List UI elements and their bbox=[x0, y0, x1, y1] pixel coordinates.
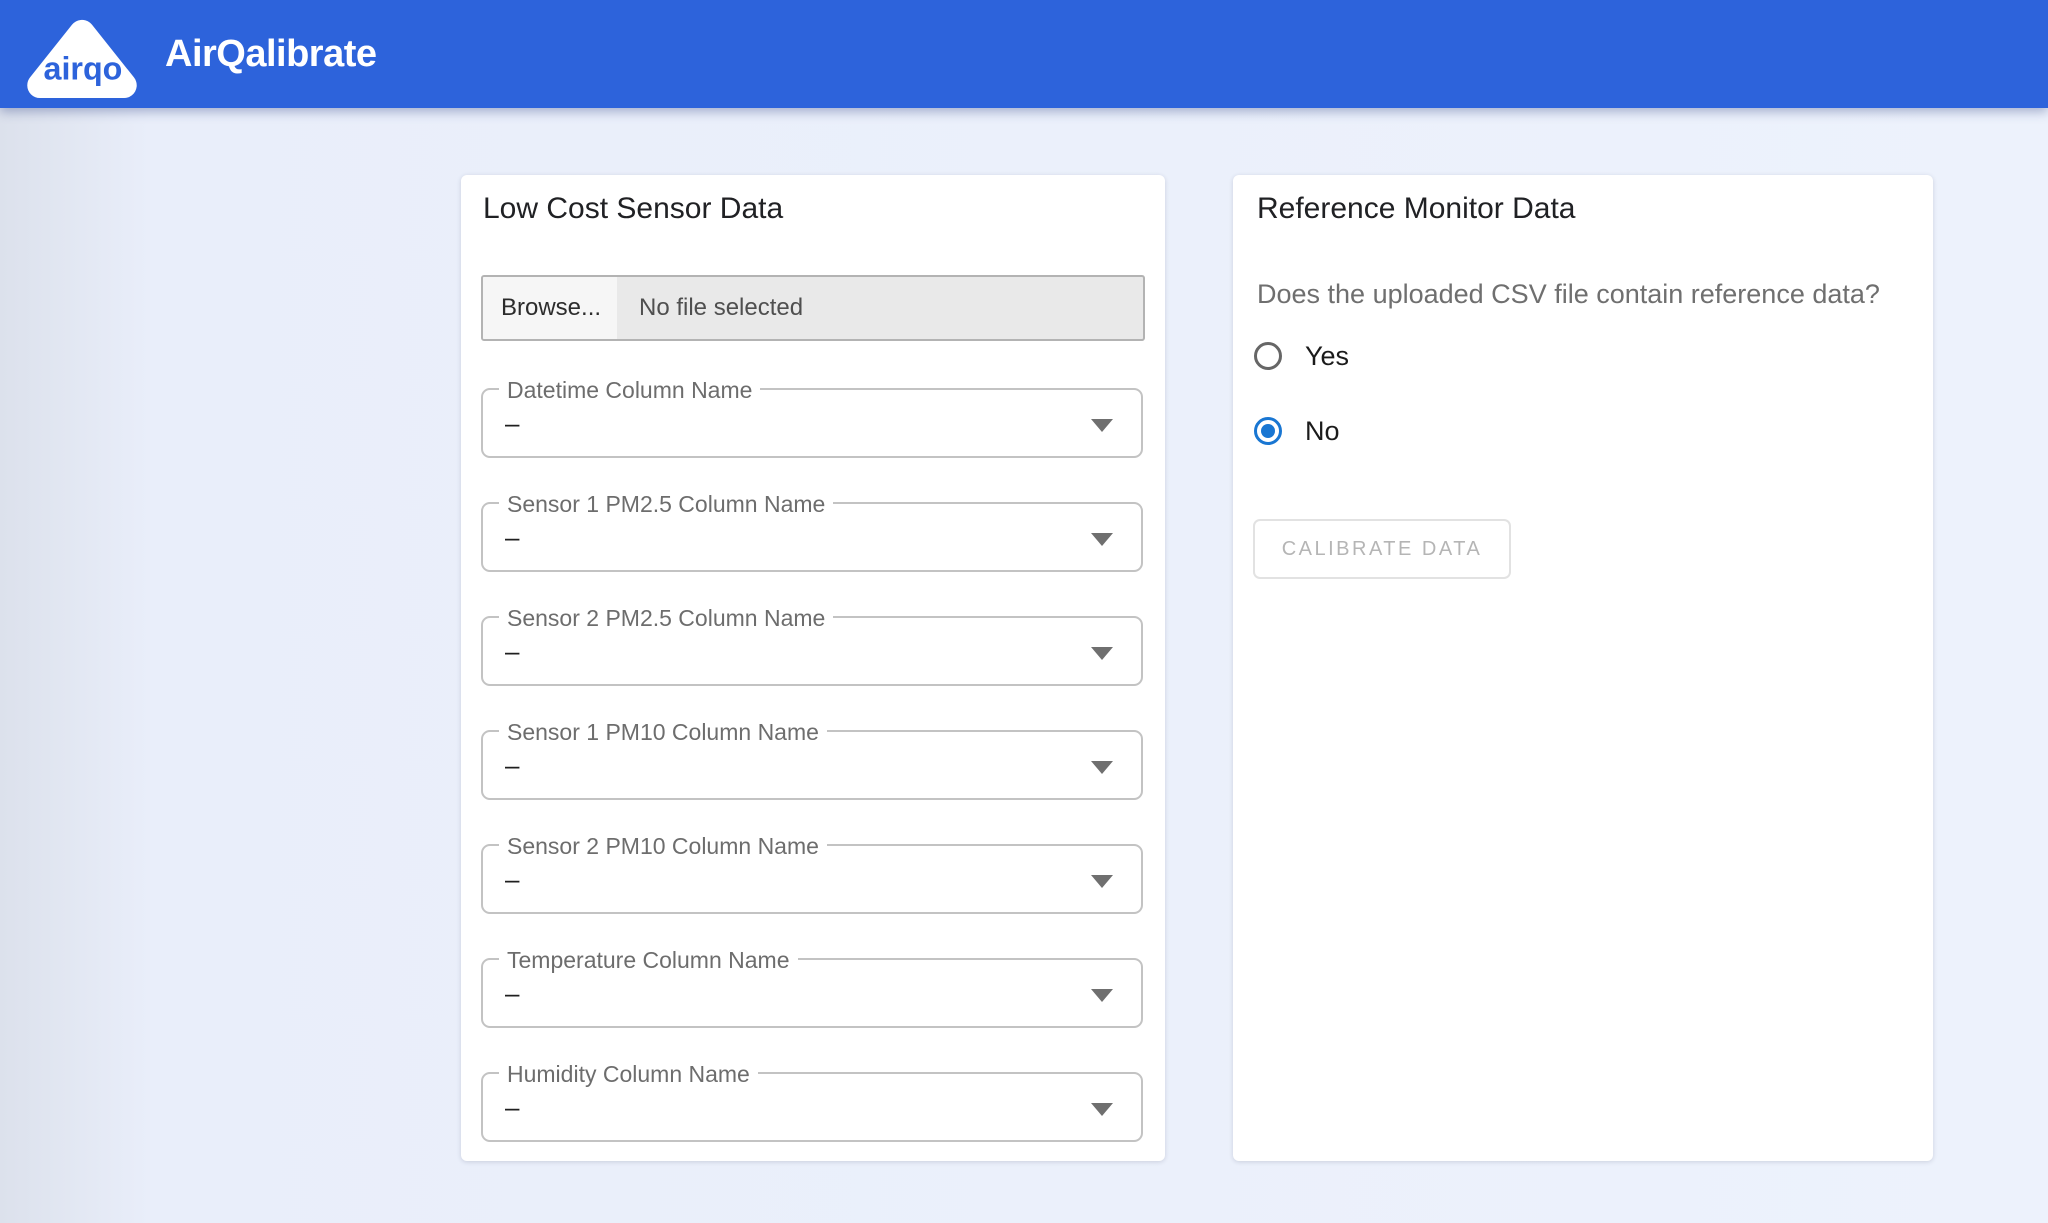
select-sensor1-pm10-column[interactable]: Sensor 1 PM10 Column Name – bbox=[481, 730, 1143, 800]
radio-label: Yes bbox=[1305, 341, 1349, 372]
select-value: – bbox=[505, 618, 519, 684]
airqo-logo-text: airqo bbox=[44, 50, 123, 86]
dropdown-arrow-icon bbox=[1091, 647, 1113, 660]
select-sensor1-pm25-column[interactable]: Sensor 1 PM2.5 Column Name – bbox=[481, 502, 1143, 572]
reference-data-question: Does the uploaded CSV file contain refer… bbox=[1257, 279, 1880, 310]
radio-button-icon[interactable] bbox=[1254, 342, 1282, 370]
airqo-logo-icon: airqo bbox=[23, 14, 141, 100]
select-sensor2-pm25-column[interactable]: Sensor 2 PM2.5 Column Name – bbox=[481, 616, 1143, 686]
csv-file-input[interactable]: Browse... No file selected bbox=[481, 275, 1145, 341]
low-cost-sensor-card: Low Cost Sensor Data Browse... No file s… bbox=[461, 175, 1165, 1161]
reference-card-title: Reference Monitor Data bbox=[1257, 189, 1576, 229]
low-cost-card-title: Low Cost Sensor Data bbox=[483, 189, 783, 229]
radio-option-no[interactable]: No bbox=[1254, 411, 1340, 451]
radio-option-yes[interactable]: Yes bbox=[1254, 336, 1349, 376]
select-value: – bbox=[505, 1074, 519, 1140]
select-label: Temperature Column Name bbox=[499, 946, 798, 974]
reference-monitor-card: Reference Monitor Data Does the uploaded… bbox=[1233, 175, 1933, 1161]
select-label: Sensor 1 PM2.5 Column Name bbox=[499, 490, 833, 518]
select-temperature-column[interactable]: Temperature Column Name – bbox=[481, 958, 1143, 1028]
radio-button-icon[interactable] bbox=[1254, 417, 1282, 445]
airqo-logo: airqo bbox=[23, 14, 141, 100]
dropdown-arrow-icon bbox=[1091, 419, 1113, 432]
select-value: – bbox=[505, 960, 519, 1026]
dropdown-arrow-icon bbox=[1091, 875, 1113, 888]
select-label: Sensor 1 PM10 Column Name bbox=[499, 718, 827, 746]
radio-label: No bbox=[1305, 416, 1340, 447]
app-header: airqo AirQalibrate bbox=[0, 0, 2048, 108]
browse-button[interactable]: Browse... bbox=[483, 277, 617, 339]
select-value: – bbox=[505, 846, 519, 912]
select-label: Sensor 2 PM2.5 Column Name bbox=[499, 604, 833, 632]
page: airqo AirQalibrate Low Cost Sensor Data … bbox=[0, 0, 2048, 1223]
dropdown-arrow-icon bbox=[1091, 989, 1113, 1002]
dropdown-arrow-icon bbox=[1091, 533, 1113, 546]
select-label: Humidity Column Name bbox=[499, 1060, 758, 1088]
select-value: – bbox=[505, 390, 519, 456]
select-humidity-column[interactable]: Humidity Column Name – bbox=[481, 1072, 1143, 1142]
select-datetime-column[interactable]: Datetime Column Name – bbox=[481, 388, 1143, 458]
select-value: – bbox=[505, 732, 519, 798]
select-label: Sensor 2 PM10 Column Name bbox=[499, 832, 827, 860]
app-title: AirQalibrate bbox=[165, 0, 377, 108]
select-sensor2-pm10-column[interactable]: Sensor 2 PM10 Column Name – bbox=[481, 844, 1143, 914]
calibrate-data-button[interactable]: CALIBRATE DATA bbox=[1253, 519, 1511, 579]
dropdown-arrow-icon bbox=[1091, 761, 1113, 774]
dropdown-arrow-icon bbox=[1091, 1103, 1113, 1116]
select-value: – bbox=[505, 504, 519, 570]
file-status-text: No file selected bbox=[617, 277, 803, 339]
select-label: Datetime Column Name bbox=[499, 376, 760, 404]
